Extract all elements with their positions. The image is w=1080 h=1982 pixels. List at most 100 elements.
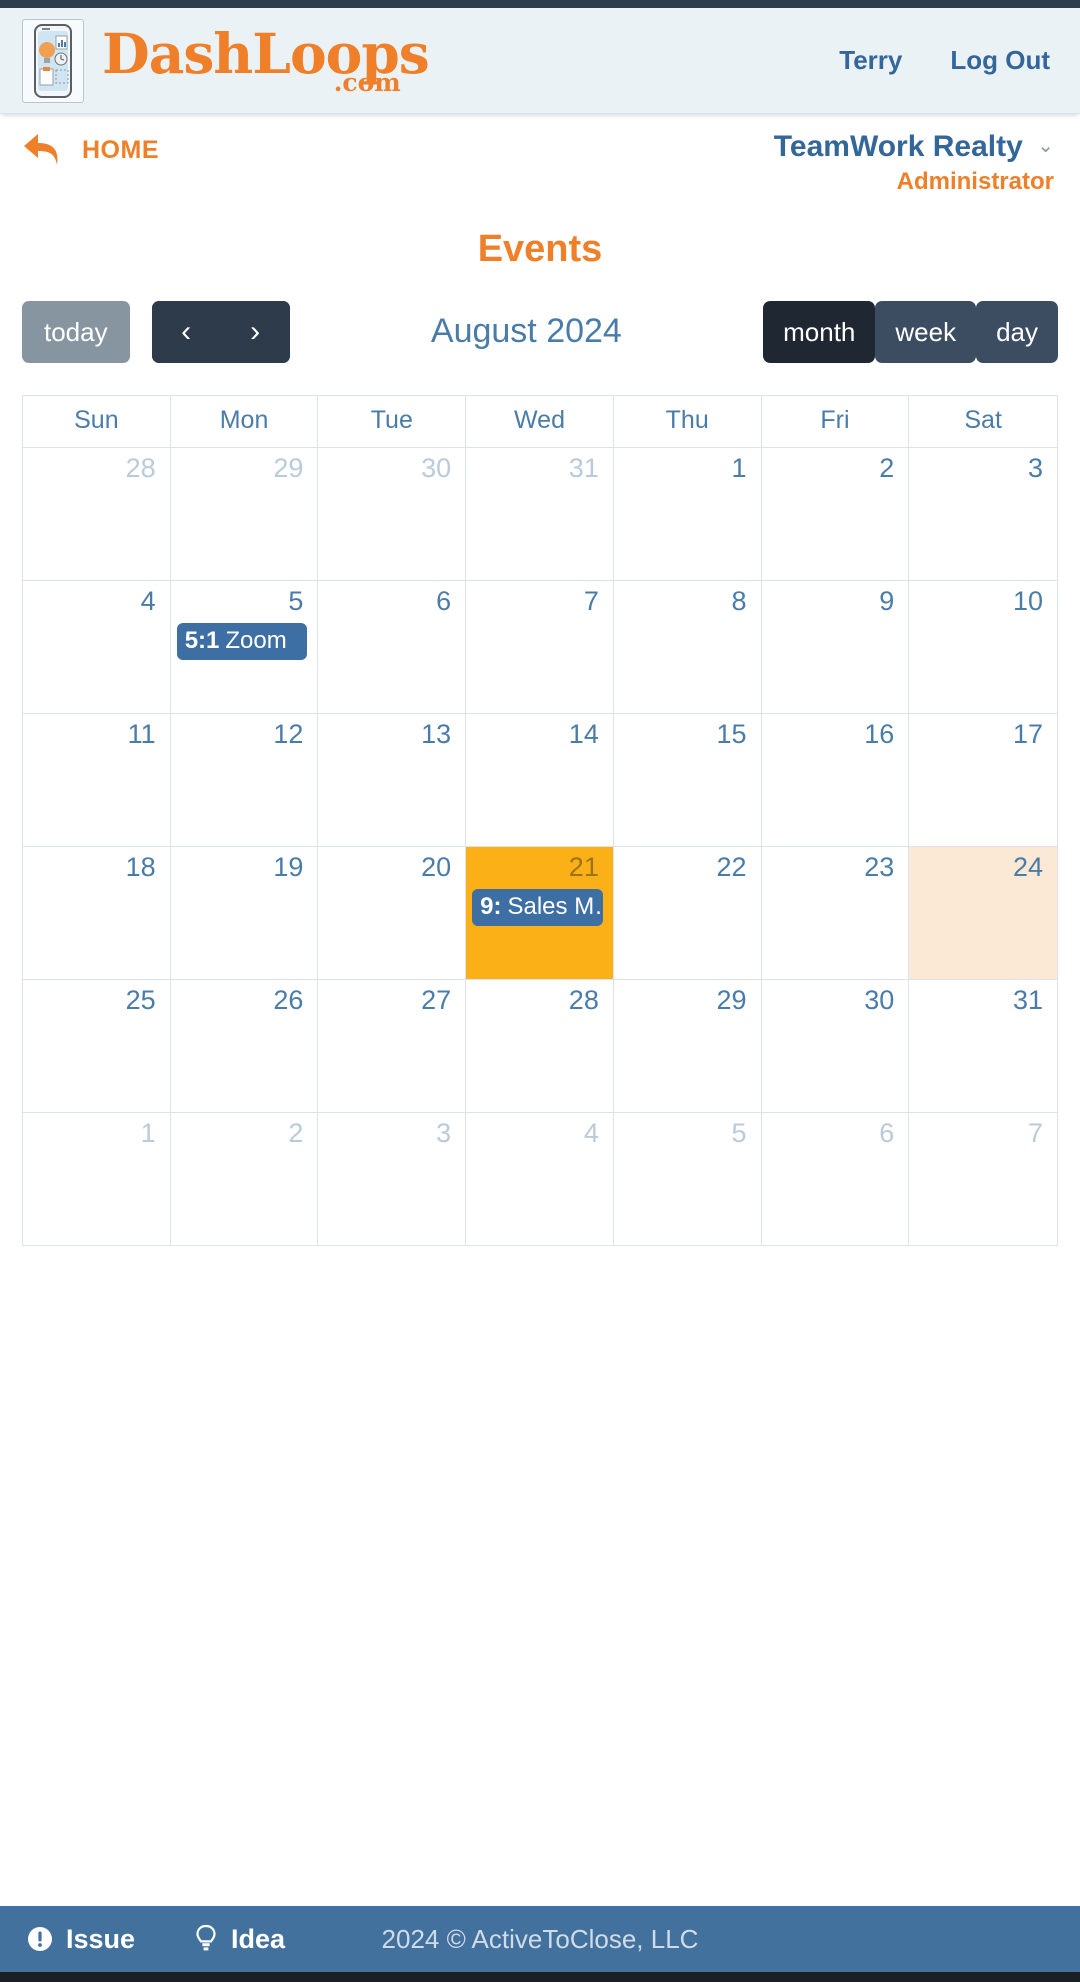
event-time: 5:1 — [184, 626, 220, 654]
calendar-day-cell[interactable]: 16 — [762, 714, 910, 846]
brand-logo[interactable] — [22, 18, 84, 103]
calendar-day-cell[interactable]: 29 — [614, 980, 762, 1112]
calendar-day-cell[interactable]: 9 — [762, 581, 910, 713]
calendar-day-number: 24 — [1012, 852, 1043, 882]
calendar-day-cell[interactable]: 6 — [762, 1113, 910, 1245]
calendar-day-cell[interactable]: 31 — [466, 448, 614, 580]
calendar-day-cell[interactable]: 3 — [909, 448, 1057, 580]
calendar-nav-group: ‹ › — [151, 301, 290, 363]
calendar-day-number: 17 — [1012, 719, 1043, 749]
calendar-day-number: 4 — [583, 1118, 599, 1148]
calendar-day-cell[interactable]: 12 — [171, 714, 319, 846]
calendar-day-number: 12 — [273, 719, 304, 749]
calendar-week-row: 28 29 30 31 1 2 3 — [23, 448, 1057, 581]
calendar-day-cell[interactable]: 6 — [318, 581, 467, 713]
logout-link[interactable]: Log Out — [950, 45, 1050, 76]
calendar-day-number: 22 — [716, 852, 747, 882]
report-issue-link[interactable]: Issue — [26, 1924, 135, 1955]
next-period-button[interactable]: › — [220, 301, 290, 363]
calendar-day-cell[interactable]: 17 — [909, 714, 1057, 846]
calendar-day-cell[interactable]: 23 — [762, 847, 910, 979]
footer-bar: Issue Idea 2024 © ActiveToClose, LLC — [0, 1906, 1080, 1972]
calendar-event-chip[interactable]: 9:Sales M… — [472, 888, 603, 926]
calendar-day-cell[interactable]: 1 — [23, 1113, 171, 1245]
prev-period-button[interactable]: ‹ — [151, 301, 221, 363]
calendar-day-cell[interactable]: 11 — [23, 714, 171, 846]
calendar-day-number: 15 — [716, 719, 747, 749]
calendar-day-cell[interactable]: 4 — [23, 581, 171, 713]
calendar-day-cell[interactable]: 15 — [614, 714, 762, 846]
brand-wordmark[interactable]: DashLoops .com — [102, 26, 430, 95]
weekday-tue: Tue — [318, 396, 467, 447]
calendar-day-cell[interactable]: 21 9:Sales M… — [466, 847, 614, 979]
calendar-day-cell[interactable]: 31 — [909, 980, 1057, 1112]
calendar-day-cell[interactable]: 30 — [762, 980, 910, 1112]
copyright-text: 2024 © ActiveToClose, LLC — [381, 1923, 699, 1954]
calendar-day-cell[interactable]: 19 — [171, 847, 319, 979]
calendar-toolbar: today ‹ › August 2024 month week day — [22, 301, 1058, 363]
event-title: Zoom — [225, 626, 287, 654]
org-selector[interactable]: TeamWork Realty ⌄ — [774, 130, 1054, 164]
event-time: 9: — [480, 892, 502, 920]
weekday-sun: Sun — [23, 396, 171, 447]
calendar-day-number: 3 — [436, 1118, 452, 1148]
view-button-week[interactable]: week — [875, 301, 977, 363]
calendar-day-cell[interactable]: 5 5:1 Zoom — [171, 581, 319, 713]
app-root: DashLoops .com Terry Log Out HOME TeamWo… — [0, 0, 1080, 1982]
calendar-day-cell[interactable]: 5 — [614, 1113, 762, 1245]
weekday-wed: Wed — [466, 396, 614, 447]
calendar-day-cell[interactable]: 28 — [23, 448, 171, 580]
calendar-day-cell[interactable]: 2 — [171, 1113, 319, 1245]
sub-header: HOME TeamWork Realty ⌄ Administrator — [0, 114, 1080, 214]
calendar-day-cell[interactable]: 18 — [23, 847, 171, 979]
lightbulb-icon — [196, 1924, 216, 1951]
calendar-day-cell[interactable]: 7 — [909, 1113, 1057, 1245]
home-link[interactable]: HOME — [22, 132, 159, 168]
calendar-event-chip[interactable]: 5:1 Zoom — [176, 622, 308, 660]
calendar-day-number: 26 — [273, 985, 304, 1015]
calendar-day-number: 9 — [879, 586, 895, 616]
calendar-day-cell[interactable]: 14 — [466, 714, 614, 846]
role-label: Administrator — [896, 168, 1054, 195]
weekday-thu: Thu — [614, 396, 762, 447]
calendar-day-cell[interactable]: 1 — [614, 448, 762, 580]
user-menu-link[interactable]: Terry — [839, 45, 902, 76]
calendar-day-number: 6 — [436, 586, 452, 616]
calendar-day-number: 14 — [568, 719, 599, 749]
calendar-day-cell[interactable]: 8 — [614, 581, 762, 713]
calendar-day-cell[interactable]: 4 — [466, 1113, 614, 1245]
calendar-day-cell[interactable]: 30 — [318, 448, 467, 580]
org-block: TeamWork Realty ⌄ Administrator — [774, 130, 1054, 196]
calendar-weekday-header: Sun Mon Tue Wed Thu Fri Sat — [23, 396, 1057, 448]
back-arrow-icon — [24, 134, 58, 165]
today-button[interactable]: today — [22, 301, 130, 363]
calendar-day-number: 16 — [864, 719, 895, 749]
calendar-day-cell[interactable]: 10 — [909, 581, 1057, 713]
calendar-day-cell[interactable]: 20 — [318, 847, 467, 979]
calendar-day-cell[interactable]: 2 — [762, 448, 910, 580]
calendar-day-cell[interactable]: 7 — [466, 581, 614, 713]
view-button-month[interactable]: month — [763, 301, 876, 363]
calendar-day-number: 27 — [421, 985, 452, 1015]
home-label: HOME — [82, 135, 159, 164]
calendar-week-row: 18 19 20 21 9:Sales M… 22 23 24 — [23, 847, 1057, 980]
browser-chrome-bottom — [0, 1972, 1080, 1982]
calendar-week-row: 25 26 27 28 29 30 31 — [23, 980, 1057, 1113]
event-title: Sales M… — [507, 892, 602, 920]
calendar-day-cell[interactable]: 13 — [318, 714, 467, 846]
calendar-day-cell[interactable]: 27 — [318, 980, 467, 1112]
calendar-day-cell[interactable]: 22 — [614, 847, 762, 979]
calendar-day-cell[interactable]: 29 — [171, 448, 319, 580]
calendar-day-cell[interactable]: 24 — [909, 847, 1057, 979]
calendar-day-number: 7 — [583, 586, 599, 616]
calendar-day-cell[interactable]: 28 — [466, 980, 614, 1112]
calendar-day-cell[interactable]: 3 — [318, 1113, 467, 1245]
calendar-day-number: 1 — [731, 453, 747, 483]
weekday-fri: Fri — [762, 396, 910, 447]
calendar-day-cell[interactable]: 26 — [171, 980, 319, 1112]
submit-idea-link[interactable]: Idea — [193, 1924, 285, 1955]
calendar-day-cell[interactable]: 25 — [23, 980, 171, 1112]
view-button-day[interactable]: day — [976, 301, 1058, 363]
calendar-week-row: 1 2 3 4 5 6 7 — [23, 1113, 1057, 1246]
